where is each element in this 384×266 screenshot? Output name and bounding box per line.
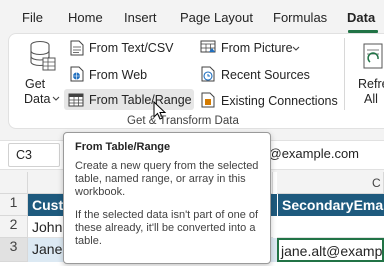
tooltip-title: From Table/Range [75,141,171,153]
from-table-range-label: From Table/Range [89,93,192,107]
row-header-1[interactable]: 1 [0,194,28,216]
tab-formulas[interactable]: Formulas [273,10,327,25]
refresh-all-label-1: Refre [358,77,384,91]
text-file-icon [70,40,84,56]
from-picture-label: From Picture [221,41,293,55]
name-box[interactable]: C3 [8,143,60,167]
tooltip-description: Create a new query from the selected tab… [75,160,259,198]
recent-sources-label: Recent Sources [221,68,310,82]
row-header-2[interactable]: 2 [0,216,28,238]
tab-insert[interactable]: Insert [124,10,157,25]
cell-c1[interactable]: SecondaryEmail [277,194,384,216]
existing-connections-icon [201,92,215,108]
group-label-get-transform: Get & Transform Data [127,115,239,127]
ribbon-tabs: File Home Insert Page Layout Formulas Da… [0,0,384,34]
row-header-3[interactable]: 3 [0,238,28,262]
tooltip-from-table-range: From Table/Range Create a new query from… [63,132,271,264]
tab-home[interactable]: Home [68,10,103,25]
chevron-down-icon [52,96,60,101]
tab-page-layout[interactable]: Page Layout [180,10,253,25]
web-page-icon [70,66,84,82]
table-icon [68,93,84,107]
cell-c2[interactable] [277,216,384,238]
tab-data[interactable]: Data [347,10,375,25]
tooltip-note: If the selected data isn't part of one o… [75,209,259,247]
database-icon [30,40,56,71]
column-header-c[interactable]: C [277,172,384,194]
tab-file[interactable]: File [22,10,43,25]
from-text-csv-label: From Text/CSV [89,41,174,55]
picture-icon [200,40,216,53]
refresh-icon [363,43,383,69]
recent-sources-icon [201,66,215,82]
get-data-label-1: Get [25,77,46,91]
group-separator [344,38,345,110]
from-web-label: From Web [89,68,148,82]
chevron-down-icon [292,46,300,51]
refresh-all-label-2: All [364,92,378,106]
cell-c3-selected[interactable]: jane.alt@examp [277,238,384,262]
get-data-label-2: Data [24,92,51,106]
formula-input[interactable]: lt@example.com [262,146,359,161]
existing-connections-label: Existing Connections [221,94,338,108]
select-all-corner[interactable] [0,172,28,194]
